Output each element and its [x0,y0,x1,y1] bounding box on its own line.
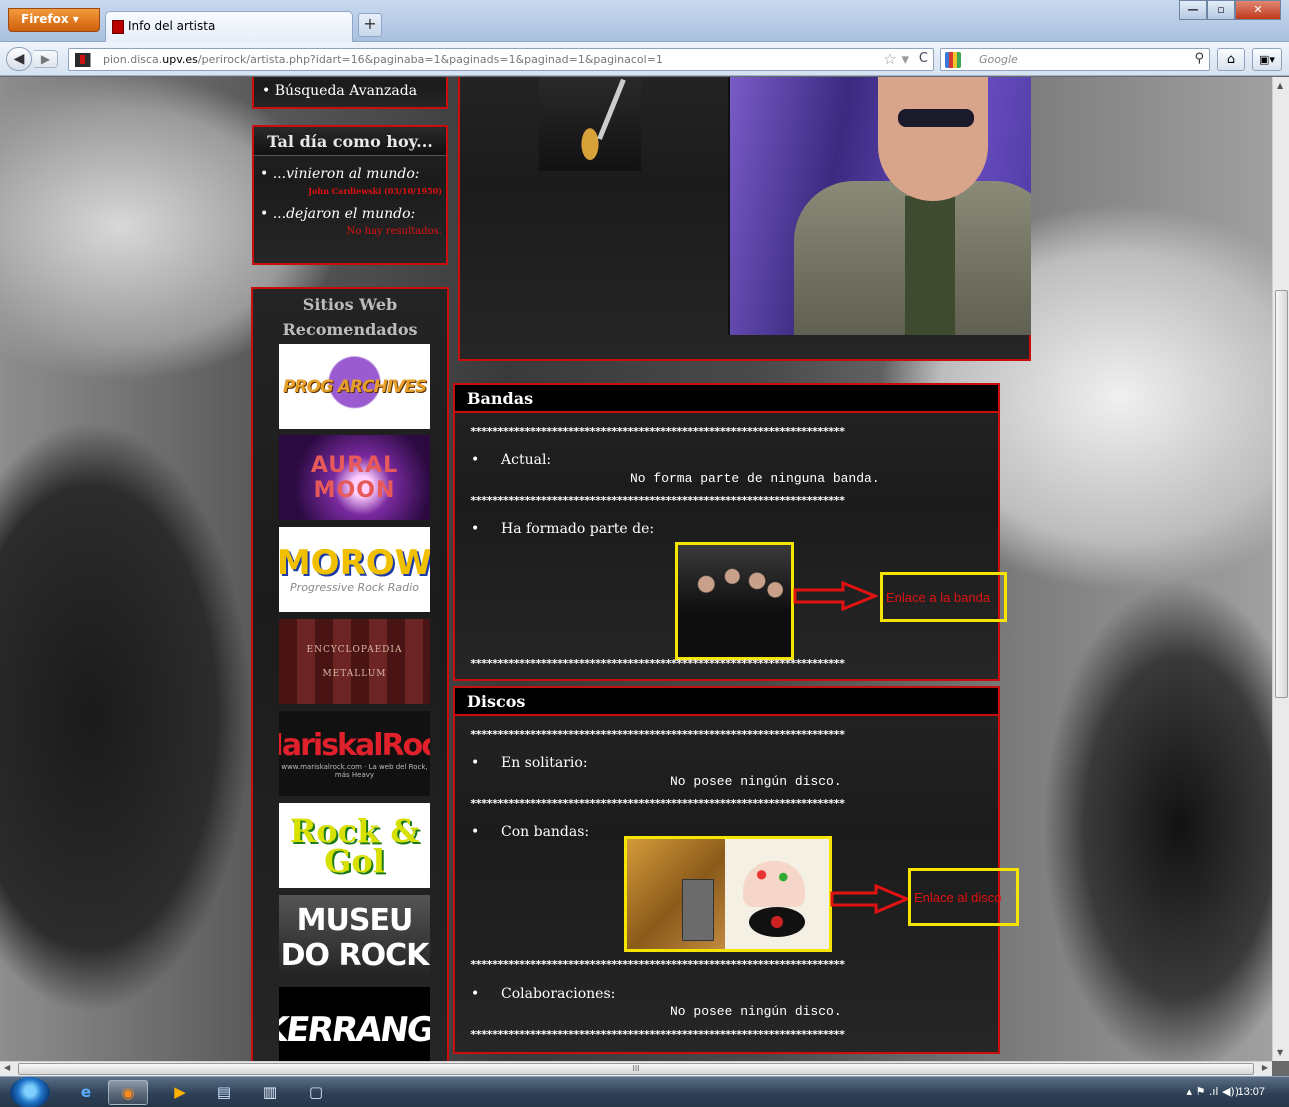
window-controls: — ▫ ✕ [1179,0,1281,20]
past-bands-label: Ha formado parte de: [471,521,654,537]
maximize-button[interactable]: ▫ [1207,0,1235,20]
system-tray[interactable]: ▴ ⚑ .ıl ◀)) [1186,1085,1239,1098]
nav-menu-box: • Búsqueda Avanzada [252,77,448,109]
documents-icon[interactable]: ▥ [250,1080,290,1105]
windows-taskbar: e ◉ ▶ ▤ ▥ ▢ ▴ ⚑ .ıl ◀)) 13:07 [0,1076,1289,1107]
separator: ****************************************… [470,958,845,971]
died-label: ...dejaron el mundo: [254,196,446,222]
recommended-sites-box: Sitios Web Recomendados PROG ARCHIVES AU… [251,287,449,1061]
collab-value: No posee ningún disco. [670,1004,842,1019]
discos-section: Discos *********************************… [453,686,1019,1054]
scroll-down-icon[interactable]: ▼ [1277,1048,1283,1057]
album-cover-beggars-banquet[interactable] [627,839,725,949]
reload-icon[interactable]: C [919,51,928,66]
banner-prog-archives[interactable]: PROG ARCHIVES [279,344,430,429]
tab-title: Info del artista [128,19,216,33]
media-player-icon[interactable]: ▶ [160,1080,200,1105]
horizontal-scroll-thumb[interactable]: III [18,1063,1254,1075]
bandas-section: Bandas *********************************… [453,383,1007,681]
cake-image [743,861,805,907]
window-icon[interactable]: ▢ [296,1080,336,1105]
start-button[interactable] [10,1077,50,1107]
today-in-history-box: Tal día como hoy... ...vinieron al mundo… [252,125,448,265]
band-link[interactable]: Enlace a la banda [880,572,1007,622]
firefox-icon[interactable]: ◉ [108,1080,148,1105]
search-magnifier-icon[interactable]: ⚲ [1194,51,1204,66]
today-title: Tal día como hoy... [254,127,446,156]
bookmarks-menu-button[interactable]: ▣▾ [1252,48,1282,71]
artist-photo-panel [458,77,1031,361]
internet-explorer-icon[interactable]: e [66,1080,106,1105]
minimize-button[interactable]: — [1179,0,1207,20]
banner-kerrang[interactable]: KERRANG! [279,987,430,1061]
search-bar[interactable]: Google ⚲ [940,48,1210,71]
title-bar: Firefox ▾ Info del artista + — ▫ ✕ [0,0,1289,42]
bass-guitar-image [539,77,641,171]
navigation-bar: ◀ ▶ pion.disca.upv.es/perirock/artista.p… [0,42,1289,76]
portrait-face [878,77,988,201]
bandas-title: Bandas [455,385,998,413]
new-tab-button[interactable]: + [358,13,382,37]
close-window-button[interactable]: ✕ [1235,0,1281,20]
record-image [749,907,805,937]
vertical-scroll-thumb[interactable] [1275,290,1288,698]
album-covers-link[interactable] [624,836,832,952]
separator: ****************************************… [470,797,845,810]
actual-value: No forma parte de ninguna banda. [630,471,880,486]
scroll-left-icon[interactable]: ◀ [4,1063,10,1072]
arrow-right-icon [830,884,910,914]
solo-label: En solitario: [471,755,588,771]
scroll-right-icon[interactable]: ▶ [1262,1063,1268,1072]
with-bands-label: Con bandas: [471,824,589,840]
firefox-menu-button[interactable]: Firefox ▾ [8,8,100,32]
born-artist-link[interactable]: John Cardiewski (03/10/1950) [254,182,446,196]
vertical-scrollbar[interactable]: ▲ ▼ [1272,77,1289,1061]
solo-value: No posee ningún disco. [670,774,842,789]
file-explorer-icon[interactable]: ▤ [204,1080,244,1105]
born-label: ...vinieron al mundo: [254,156,446,182]
arrow-right-icon [793,581,878,611]
banner-rock-and-gol[interactable]: Rock & Gol [279,803,430,888]
tab-info-del-artista[interactable]: Info del artista [105,11,353,42]
separator: ****************************************… [470,1028,845,1041]
died-value: No hay resultados. [346,226,442,237]
portrait-glasses [898,109,974,127]
album-cover-let-it-bleed[interactable] [725,839,829,949]
disc-link[interactable]: Enlace al disco [908,868,1019,926]
actual-label: Actual: [471,452,551,468]
site-favicon-icon [112,20,124,34]
forward-button[interactable]: ▶ [34,50,58,68]
banner-mariskal-rock[interactable]: MariskalRockwww.mariskalrock.com · La we… [279,711,430,796]
sites-title: Sitios Web Recomendados [282,295,418,339]
discos-title: Discos [455,688,998,716]
band-photo-link[interactable] [675,542,794,660]
portrait-shirt [905,196,955,335]
collab-label: Colaboraciones: [471,986,615,1002]
separator: ****************************************… [470,728,845,741]
banner-aural-moon[interactable]: AURAL MOON [279,435,430,520]
search-placeholder: Google [979,53,1018,66]
clock[interactable]: 13:07 [1237,1086,1265,1098]
scroll-up-icon[interactable]: ▲ [1277,81,1283,90]
menu-item-busqueda-avanzada[interactable]: • Búsqueda Avanzada [262,83,417,99]
url-text[interactable]: pion.disca.upv.es/perirock/artista.php?i… [103,53,663,66]
banner-metallum[interactable]: ENCYCLOPAEDIA METALLUM [279,619,430,704]
horizontal-scrollbar[interactable]: ◀ III ▶ [0,1061,1272,1076]
page-content: • Búsqueda Avanzada Tal día como hoy... … [0,77,1272,1061]
banner-museu-do-rock[interactable]: MUSEU DO ROCK [279,895,430,980]
artist-portrait-image [728,77,1031,335]
site-identity-icon[interactable] [75,53,91,67]
home-button[interactable]: ⌂ [1217,48,1245,71]
bookmark-star-icon[interactable]: ☆ ▾ [883,50,909,68]
banner-morow[interactable]: MOROW Progressive Rock Radio [279,527,430,612]
separator: ****************************************… [470,657,845,670]
google-search-engine-icon[interactable] [945,52,961,68]
back-button[interactable]: ◀ [6,47,32,71]
url-bar[interactable]: pion.disca.upv.es/perirock/artista.php?i… [68,48,934,71]
separator: ****************************************… [470,494,845,507]
separator: ****************************************… [470,425,845,438]
